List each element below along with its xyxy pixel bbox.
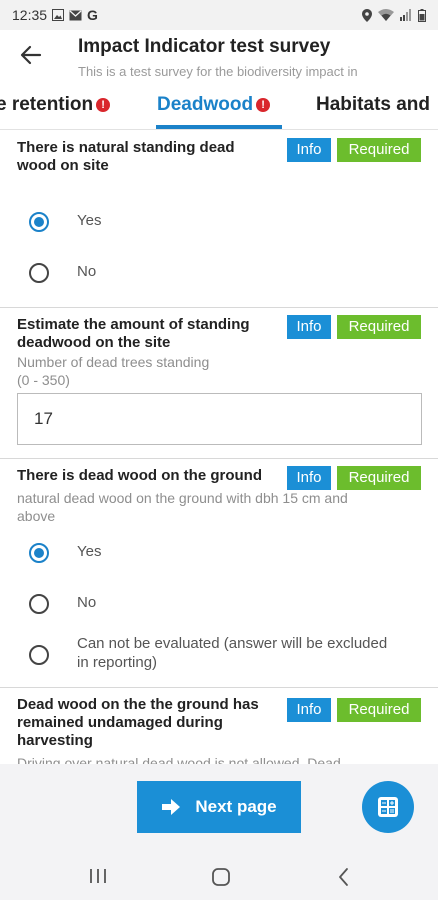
radio-no[interactable] xyxy=(29,263,49,283)
info-button[interactable]: Info xyxy=(287,138,331,162)
gallery-icon xyxy=(52,9,65,21)
question-title: Estimate the amount of standing deadwood… xyxy=(17,316,250,351)
recents-icon[interactable] xyxy=(89,868,107,884)
next-page-button[interactable]: Next page xyxy=(137,781,301,833)
mail-icon xyxy=(69,10,82,20)
question-hint: natural dead wood on the ground with dbh… xyxy=(17,490,348,524)
google-icon: G xyxy=(87,7,98,23)
page-title: Impact Indicator test survey xyxy=(78,36,331,57)
wifi-icon xyxy=(378,9,394,21)
dead-trees-count-input[interactable] xyxy=(17,393,422,445)
app-bar: Impact Indicator test survey This is a t… xyxy=(0,30,438,86)
location-icon xyxy=(362,8,372,22)
info-button[interactable]: Info xyxy=(287,698,331,722)
active-tab-indicator xyxy=(156,125,282,129)
alert-icon: ! xyxy=(96,98,111,112)
tab-tree-retention[interactable]: e retention ! xyxy=(0,94,111,116)
footer-bar: Next page xyxy=(0,764,438,854)
signal-icon xyxy=(400,9,411,21)
back-icon[interactable] xyxy=(337,867,349,887)
required-badge: Required xyxy=(337,466,421,490)
radio-yes[interactable] xyxy=(29,212,49,232)
next-page-label: Next page xyxy=(195,797,277,816)
question-title: There is natural standing dead wood on s… xyxy=(17,139,235,174)
radio-yes[interactable] xyxy=(29,543,49,563)
arrow-right-icon xyxy=(162,799,181,815)
alert-icon: ! xyxy=(256,98,271,112)
question-deadwood-undamaged: Dead wood on the the ground has remained… xyxy=(0,688,438,764)
tab-label: Habitats and xyxy=(316,94,431,115)
option-label: Yes xyxy=(77,212,102,229)
tab-deadwood[interactable]: Deadwood ! xyxy=(157,94,271,116)
required-badge: Required xyxy=(337,315,421,339)
question-list[interactable]: There is natural standing dead wood on s… xyxy=(0,131,438,764)
calculator-icon xyxy=(378,797,398,817)
question-title: There is dead wood on the ground xyxy=(17,467,263,484)
question-standing-deadwood-amount: Estimate the amount of standing deadwood… xyxy=(0,308,438,459)
option-label: Can not be evaluated (answer will be exc… xyxy=(77,635,388,671)
section-tabs: e retention ! Deadwood ! Habitats and xyxy=(0,86,438,130)
battery-icon xyxy=(418,8,426,22)
tab-label: Deadwood xyxy=(157,94,254,115)
radio-no[interactable] xyxy=(29,594,49,614)
page-subtitle: This is a test survey for the biodiversi… xyxy=(78,64,358,79)
option-label: No xyxy=(77,594,97,611)
back-arrow-icon[interactable] xyxy=(18,42,44,68)
status-time: 12:35 xyxy=(12,7,48,23)
option-label: No xyxy=(77,263,97,280)
option-label: Yes xyxy=(77,543,102,560)
question-standing-deadwood: There is natural standing dead wood on s… xyxy=(0,131,438,308)
system-nav-bar xyxy=(0,854,438,900)
radio-not-evaluable[interactable] xyxy=(29,645,49,665)
status-bar: 12:35 G xyxy=(0,0,438,30)
tab-habitats[interactable]: Habitats and xyxy=(316,94,430,116)
required-badge: Required xyxy=(337,698,421,722)
info-button[interactable]: Info xyxy=(287,315,331,339)
tab-label: e retention xyxy=(0,94,94,115)
calculator-button[interactable] xyxy=(362,781,414,833)
home-icon[interactable] xyxy=(211,867,231,887)
question-hint: Number of dead trees standing (0 - 350) xyxy=(17,354,210,388)
question-hint: Driving over natural dead wood is not al… xyxy=(17,755,341,764)
question-deadwood-ground: There is dead wood on the ground Info Re… xyxy=(0,459,438,688)
info-button[interactable]: Info xyxy=(287,466,331,490)
question-title: Dead wood on the the ground has remained… xyxy=(17,696,259,749)
required-badge: Required xyxy=(337,138,421,162)
